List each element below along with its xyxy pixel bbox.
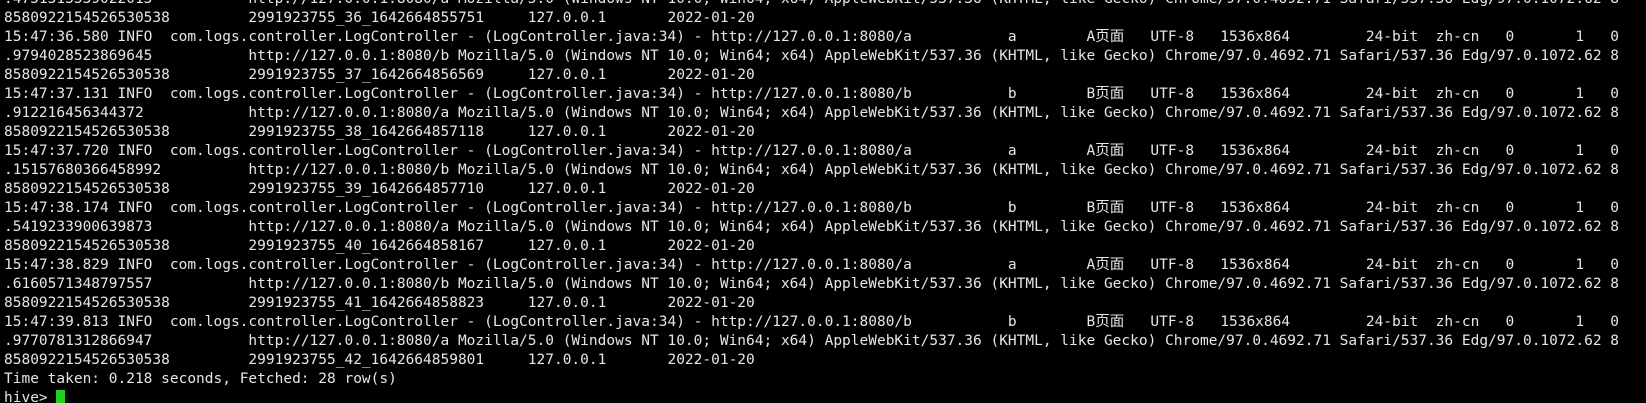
log-line: 15:47:36.580 INFO com.logs.controller.Lo… bbox=[4, 29, 1620, 45]
output-line: 8580922154526530538 2991923755_41_164266… bbox=[4, 295, 755, 311]
log-line: 15:47:37.131 INFO com.logs.controller.Lo… bbox=[4, 86, 1620, 102]
output-line: 8580922154526530538 2991923755_38_164266… bbox=[4, 124, 755, 140]
query-summary: Time taken: 0.218 seconds, Fetched: 28 r… bbox=[4, 371, 397, 387]
output-line: .6160571348797557 http://127.0.0.1:8080/… bbox=[4, 276, 1620, 292]
output-line: .912216456344372 http://127.0.0.1:8080/a… bbox=[4, 105, 1620, 121]
command-prompt-line[interactable]: hive> bbox=[4, 389, 1646, 403]
output-line: .15157680366458992 http://127.0.0.1:8080… bbox=[4, 162, 1620, 178]
output-line: .5419233900639873 http://127.0.0.1:8080/… bbox=[4, 219, 1620, 235]
output-line: 8580922154526530538 2991923755_37_164266… bbox=[4, 67, 755, 83]
hive-prompt: hive> bbox=[4, 390, 57, 403]
output-line: 8580922154526530538 2991923755_39_164266… bbox=[4, 181, 755, 197]
log-line: 15:47:38.829 INFO com.logs.controller.Lo… bbox=[4, 257, 1620, 273]
log-line: 15:47:38.174 INFO com.logs.controller.Lo… bbox=[4, 200, 1620, 216]
output-line: 8580922154526530538 2991923755_42_164266… bbox=[4, 352, 755, 368]
terminal-output: .4751313539022013 http://127.0.0.1:8080/… bbox=[4, 0, 1646, 403]
terminal-window[interactable]: .4751313539022013 http://127.0.0.1:8080/… bbox=[0, 0, 1646, 403]
terminal-cursor[interactable] bbox=[56, 390, 66, 403]
output-line: .9770781312866947 http://127.0.0.1:8080/… bbox=[4, 333, 1620, 349]
output-line: 8580922154526530538 2991923755_40_164266… bbox=[4, 238, 755, 254]
output-line: .4751313539022013 http://127.0.0.1:8080/… bbox=[4, 0, 1646, 9]
log-line: 15:47:39.813 INFO com.logs.controller.Lo… bbox=[4, 314, 1620, 330]
log-line: 15:47:37.720 INFO com.logs.controller.Lo… bbox=[4, 143, 1620, 159]
output-line: .9794028523869645 http://127.0.0.1:8080/… bbox=[4, 48, 1620, 64]
output-line: 8580922154526530538 2991923755_36_164266… bbox=[4, 10, 755, 26]
